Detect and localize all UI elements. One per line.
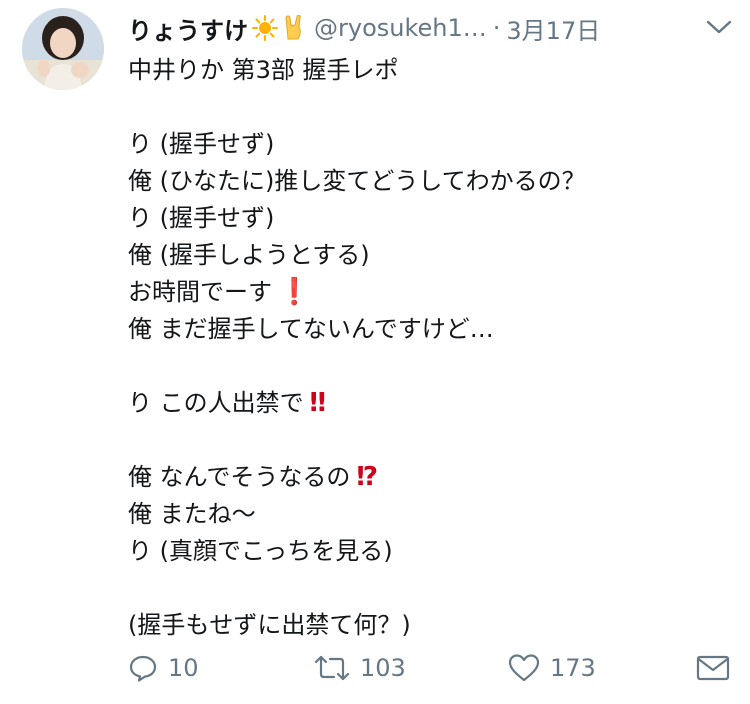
tweet-line: 俺 まだ握手してないんですけど… <box>128 311 728 348</box>
tweet-header: りょうすけ @ryosukeh1… · 3月17日 <box>128 8 740 48</box>
tweet-line: 俺 またね〜 <box>128 496 728 533</box>
tweet-line: 俺 (ひなたに)推し変てどうしてわかるの？ <box>128 163 728 200</box>
tweet-text: 中井りか 第3部 握手レポり (握手せず) 俺 (ひなたに)推し変てどうしてわかる… <box>128 52 728 644</box>
tweet-line-text: (握手もせずに出禁て何？) <box>128 611 411 639</box>
exclamation-emoji: ‼ <box>309 388 326 418</box>
tweet-line: 俺 なんでそうなるの ⁉ <box>128 459 728 496</box>
rock-on-hand-emoji <box>282 15 306 41</box>
tweet-date[interactable]: 3月17日 <box>506 11 600 46</box>
retweet-icon <box>314 655 350 681</box>
tweet-line-text: 俺 またね〜 <box>128 500 256 528</box>
sun-emoji <box>252 15 278 41</box>
reply-count: 10 <box>168 654 199 682</box>
tweet-line-text: り (握手せず) <box>128 130 275 158</box>
dm-icon <box>696 655 730 681</box>
tweet-line-text: り (握手せず) <box>128 204 275 232</box>
tweet-line: り この人出禁で ‼ <box>128 385 728 422</box>
like-button[interactable]: 173 <box>508 648 596 688</box>
avatar-photo <box>22 8 104 90</box>
tweet-line-text: り (真顔でこっちを見る) <box>128 537 393 565</box>
tweet-line-text: 俺 まだ握手してないんですけど… <box>128 315 494 343</box>
exclamation-emoji: ⁉ <box>356 462 378 492</box>
tweet-line-text: 俺 なんでそうなるの <box>128 463 351 491</box>
tweet-line: 中井りか 第3部 握手レポ <box>128 52 728 89</box>
user-handle[interactable]: @ryosukeh1… <box>314 14 487 42</box>
tweet-line-text: 中井りか 第3部 握手レポ <box>128 56 399 84</box>
tweet-line: 俺 (握手しようとする) <box>128 237 728 274</box>
tweet-line-text: り この人出禁で <box>128 389 304 417</box>
reply-button[interactable]: 10 <box>128 648 199 688</box>
tweet-actions: 10 103 173 <box>128 648 738 688</box>
tweet-line: り (真顔でこっちを見る) <box>128 533 728 570</box>
tweet-line-text: 俺 (ひなたに)推し変てどうしてわかるの？ <box>128 167 586 195</box>
exclamation-emoji: ❗ <box>278 277 311 307</box>
tweet-line: お時間でーす ❗ <box>128 274 728 311</box>
tweet-line-text: 俺 (握手しようとする) <box>128 241 370 269</box>
direct-message-button[interactable] <box>696 648 740 688</box>
tweet-line: り (握手せず) <box>128 200 728 237</box>
tweet-line: り (握手せず) <box>128 126 728 163</box>
like-count: 173 <box>550 654 596 682</box>
display-name[interactable]: りょうすけ <box>128 11 248 46</box>
chevron-down-icon[interactable] <box>702 12 736 42</box>
retweet-button[interactable]: 103 <box>314 648 406 688</box>
avatar[interactable] <box>22 8 104 90</box>
separator-dot: · <box>492 14 501 42</box>
tweet-line: (握手もせずに出禁て何？) <box>128 607 728 644</box>
reply-icon <box>129 655 157 682</box>
like-icon <box>508 654 540 682</box>
tweet-line-text: お時間でーす <box>128 278 272 306</box>
retweet-count: 103 <box>360 654 406 682</box>
